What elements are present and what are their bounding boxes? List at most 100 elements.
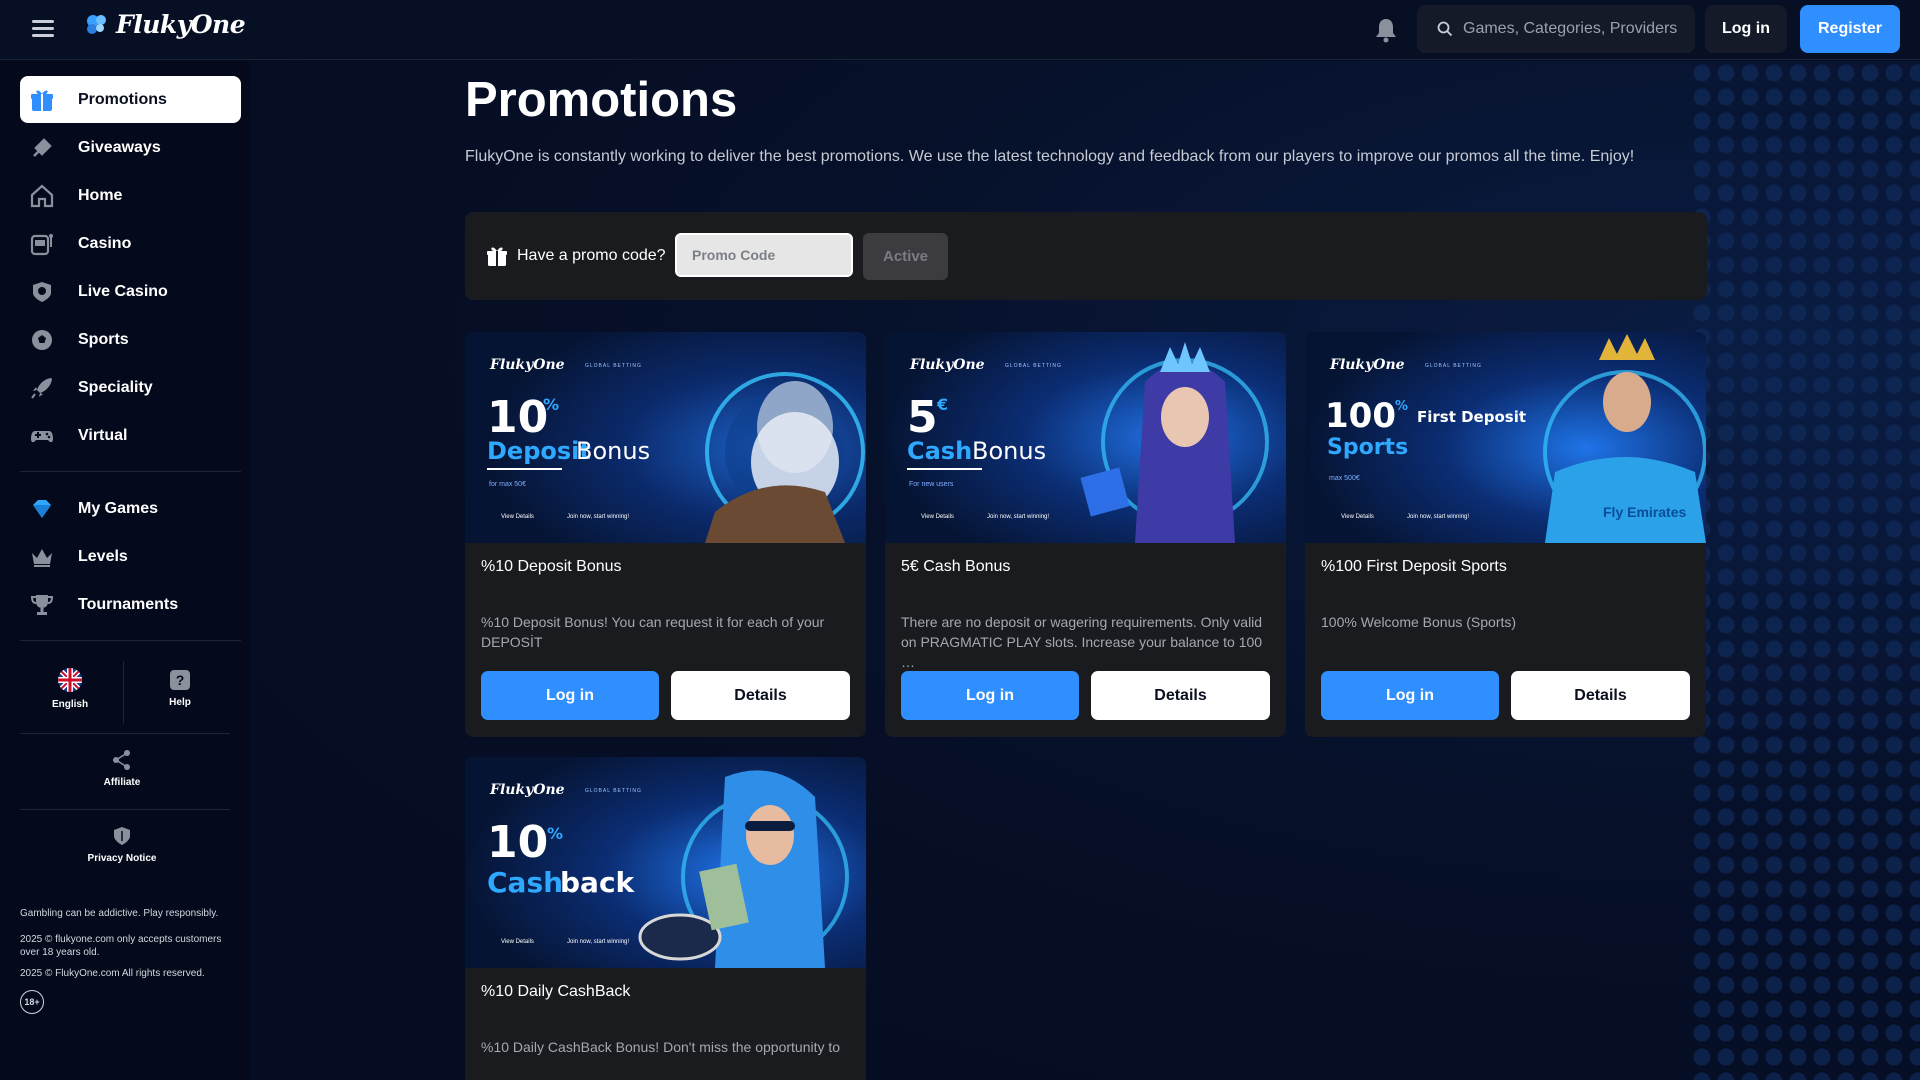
banner-line1: Sports	[1327, 435, 1408, 460]
promo-description: %10 Daily CashBack Bonus! Don't miss the…	[481, 1039, 841, 1055]
sidebar-item-speciality[interactable]: Speciality	[20, 364, 241, 411]
gamepad-icon	[28, 422, 56, 450]
sidebar-item-label: My Games	[78, 499, 159, 517]
promo-code-label: Have a promo code?	[517, 247, 666, 264]
sidebar-divider	[20, 640, 241, 641]
search-input[interactable]	[1463, 20, 1683, 38]
banner-big-number: 100	[1325, 396, 1396, 436]
shield-icon	[114, 827, 130, 845]
banner-shirt-text: Fly Emirates	[1603, 504, 1686, 520]
banner-subtitle: GLOBAL BETTING	[1005, 363, 1062, 369]
promo-card-deposit-bonus: FlukyOne GLOBAL BETTING 10 % Deposit Bon…	[465, 332, 866, 737]
diamond-icon	[28, 495, 56, 523]
banner-brand: FlukyOne	[1329, 357, 1405, 373]
home-icon	[28, 182, 56, 210]
page-description: FlukyOne is constantly working to delive…	[465, 148, 1635, 165]
banner-line1b: Bonus	[972, 437, 1046, 465]
banner-sup: %	[543, 395, 559, 414]
promo-activate-button[interactable]: Active	[863, 233, 948, 280]
promo-banner-image[interactable]: FlukyOne GLOBAL BETTING 10 % Deposit Bon…	[465, 332, 866, 543]
sidebar-item-label: Home	[78, 186, 123, 204]
promo-description: %10 Deposit Bonus! You can request it fo…	[481, 614, 825, 650]
privacy-label: Privacy Notice	[87, 853, 157, 864]
crown-icon	[28, 543, 56, 571]
banner-tagline: Join now, start winning!	[1407, 514, 1469, 520]
banner-big-number: 10	[487, 392, 548, 443]
banner-brand: FlukyOne	[489, 782, 565, 798]
promo-details-button[interactable]: Details	[671, 671, 850, 720]
search-box[interactable]	[1417, 5, 1695, 53]
clover-logo-icon	[87, 14, 106, 34]
promo-login-button[interactable]: Log in	[481, 671, 659, 720]
sidebar-item-live-casino[interactable]: Live Casino	[20, 268, 241, 315]
gift-icon	[28, 86, 56, 114]
promo-code-input[interactable]	[675, 233, 853, 277]
dot-pattern-decoration	[1690, 61, 1920, 1080]
privacy-notice-link[interactable]: Privacy Notice	[72, 825, 172, 864]
rocket-sparkle-icon	[28, 134, 56, 162]
sidebar-item-label: Giveaways	[78, 138, 161, 156]
sidebar-item-home[interactable]: Home	[20, 172, 241, 219]
banner-note: max 500€	[1329, 475, 1360, 482]
notification-bell-icon[interactable]	[1372, 16, 1400, 44]
affiliate-link[interactable]: Affiliate	[72, 749, 172, 788]
promo-banner-image[interactable]: FlukyOne GLOBAL BETTING 10 % Cash back V…	[465, 757, 866, 968]
banner-subtitle: GLOBAL BETTING	[585, 788, 642, 794]
sidebar-item-promotions[interactable]: Promotions	[20, 76, 241, 123]
promo-details-button[interactable]: Details	[1091, 671, 1270, 720]
language-selector[interactable]: English	[20, 667, 120, 710]
promo-title: 5€ Cash Bonus	[901, 558, 1011, 575]
brand-logo[interactable]: FlukyOne	[84, 10, 246, 39]
sidebar-item-label: Sports	[78, 330, 129, 348]
live-casino-chip-icon	[28, 278, 56, 306]
menu-icon[interactable]	[32, 20, 54, 38]
top-bar: FlukyOne Log in Register	[0, 0, 1920, 60]
gift-icon	[487, 247, 507, 266]
svg-text:?: ?	[176, 672, 185, 688]
util-divider	[123, 661, 124, 724]
sidebar-item-levels[interactable]: Levels	[20, 533, 241, 580]
banner-line1b: First Deposit	[1417, 408, 1526, 426]
banner-view-details: View Details	[1341, 514, 1374, 520]
sidebar-item-label: Levels	[78, 547, 128, 565]
help-button[interactable]: ? Help	[130, 669, 230, 708]
sidebar-item-label: Tournaments	[78, 595, 179, 613]
promo-description: There are no deposit or wagering require…	[901, 614, 1263, 670]
sidebar-item-sports[interactable]: Sports	[20, 316, 241, 363]
copyright-text: 2025 © FlukyOne.com All rights reserved.	[20, 968, 205, 979]
banner-sup: %	[547, 824, 563, 843]
login-button[interactable]: Log in	[1705, 5, 1787, 53]
promo-card-cash-bonus: FlukyOne GLOBAL BETTING 5 € Cash Bonus F…	[885, 332, 1286, 737]
sidebar-item-casino[interactable]: Casino	[20, 220, 241, 267]
banner-view-details: View Details	[501, 514, 534, 520]
promo-details-button[interactable]: Details	[1511, 671, 1690, 720]
promo-banner-image[interactable]: FlukyOne GLOBAL BETTING 5 € Cash Bonus F…	[885, 332, 1286, 543]
banner-note: for max 50€	[489, 481, 526, 488]
promo-card-daily-cashback: FlukyOne GLOBAL BETTING 10 % Cash back V…	[465, 757, 866, 1080]
promo-card-first-deposit-sports: FlukyOne GLOBAL BETTING 100 % First Depo…	[1305, 332, 1706, 737]
sidebar-item-my-games[interactable]: My Games	[20, 485, 241, 532]
sidebar-item-tournaments[interactable]: Tournaments	[20, 581, 241, 628]
banner-brand: FlukyOne	[489, 357, 565, 373]
sidebar-item-label: Speciality	[78, 378, 153, 396]
banner-big-number: 5	[907, 392, 938, 443]
share-icon	[113, 750, 130, 770]
banner-view-details: View Details	[921, 514, 954, 520]
promo-title: %100 First Deposit Sports	[1321, 558, 1507, 575]
register-button[interactable]: Register	[1800, 5, 1900, 53]
help-icon: ?	[170, 670, 190, 690]
banner-tagline: Join now, start winning!	[567, 514, 629, 520]
banner-view-details: View Details	[501, 939, 534, 945]
banner-note: For new users	[909, 481, 954, 488]
promo-login-button[interactable]: Log in	[1321, 671, 1499, 720]
sidebar-item-label: Virtual	[78, 426, 128, 444]
search-icon	[1437, 21, 1453, 37]
uk-flag-icon	[58, 668, 82, 692]
soccer-ball-icon	[28, 326, 56, 354]
promo-description: 100% Welcome Bonus (Sports)	[1321, 614, 1517, 630]
sidebar-item-virtual[interactable]: Virtual	[20, 412, 241, 459]
banner-line1: Cash	[487, 866, 563, 899]
promo-login-button[interactable]: Log in	[901, 671, 1079, 720]
sidebar-item-giveaways[interactable]: Giveaways	[20, 124, 241, 171]
promo-banner-image[interactable]: FlukyOne GLOBAL BETTING 100 % First Depo…	[1305, 332, 1706, 543]
